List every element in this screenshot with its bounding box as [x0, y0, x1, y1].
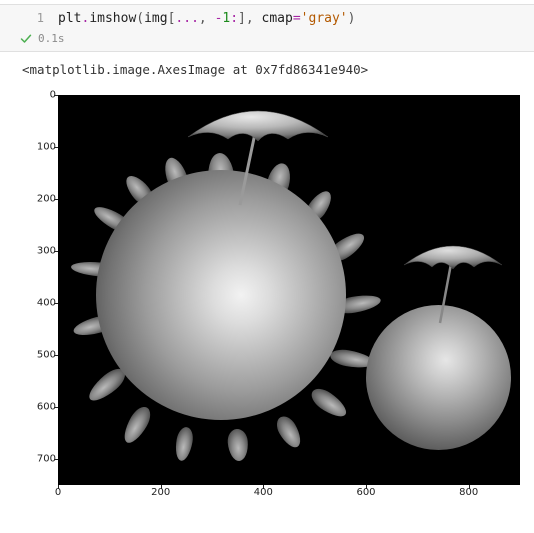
status-row: 0.1s: [0, 32, 534, 49]
spike: [307, 384, 350, 422]
x-tick-mark: [469, 485, 470, 489]
token-comma1: ,: [199, 11, 207, 26]
token-open-paren: (: [136, 11, 144, 26]
y-tick-mark: [54, 251, 58, 252]
token-plt: plt: [58, 11, 81, 26]
x-tick-mark: [58, 485, 59, 489]
spike: [273, 413, 306, 451]
big-sphere: [96, 170, 346, 420]
x-tick-mark: [366, 485, 367, 489]
y-tick-mark: [54, 407, 58, 408]
token-close-bracket: ]: [238, 11, 246, 26]
token-close-paren: ): [348, 11, 356, 26]
umbrella-canopy: [404, 246, 502, 269]
token-cmap: cmap: [254, 11, 293, 26]
small-sphere: [366, 305, 511, 450]
y-tick-mark: [54, 95, 58, 96]
line-number: 1: [20, 11, 44, 25]
token-gray-str: 'gray': [301, 11, 348, 26]
check-icon: [20, 33, 32, 45]
spike: [227, 428, 250, 462]
y-tick-mark: [54, 303, 58, 304]
token-img: img: [144, 11, 167, 26]
umbrella-canopy: [188, 111, 328, 141]
small-umbrella: [398, 235, 508, 325]
plot-area: [58, 95, 520, 485]
y-tick-mark: [54, 147, 58, 148]
big-umbrella: [178, 97, 338, 207]
x-tick-mark: [161, 485, 162, 489]
spike: [173, 426, 195, 462]
y-tick-mark: [54, 199, 58, 200]
code-row: 1 plt.imshow(img[..., -1:], cmap='gray'): [0, 9, 534, 32]
y-tick-mark: [54, 355, 58, 356]
token-ellipsis: ...: [175, 11, 198, 26]
code-cell: 1 plt.imshow(img[..., -1:], cmap='gray')…: [0, 4, 534, 52]
token-space1: [207, 11, 215, 26]
token-colon: :: [230, 11, 238, 26]
status-time: 0.1s: [38, 32, 65, 45]
x-tick-mark: [263, 485, 264, 489]
y-tick-mark: [54, 459, 58, 460]
spike: [119, 403, 155, 447]
figure: 01002003004005006007000200400600800: [14, 87, 519, 517]
output-repr: <matplotlib.image.AxesImage at 0x7fd8634…: [0, 56, 534, 79]
token-imshow: imshow: [89, 11, 136, 26]
token-equals: =: [293, 11, 301, 26]
code-line[interactable]: plt.imshow(img[..., -1:], cmap='gray'): [58, 11, 355, 26]
token-comma2: ,: [246, 11, 254, 26]
